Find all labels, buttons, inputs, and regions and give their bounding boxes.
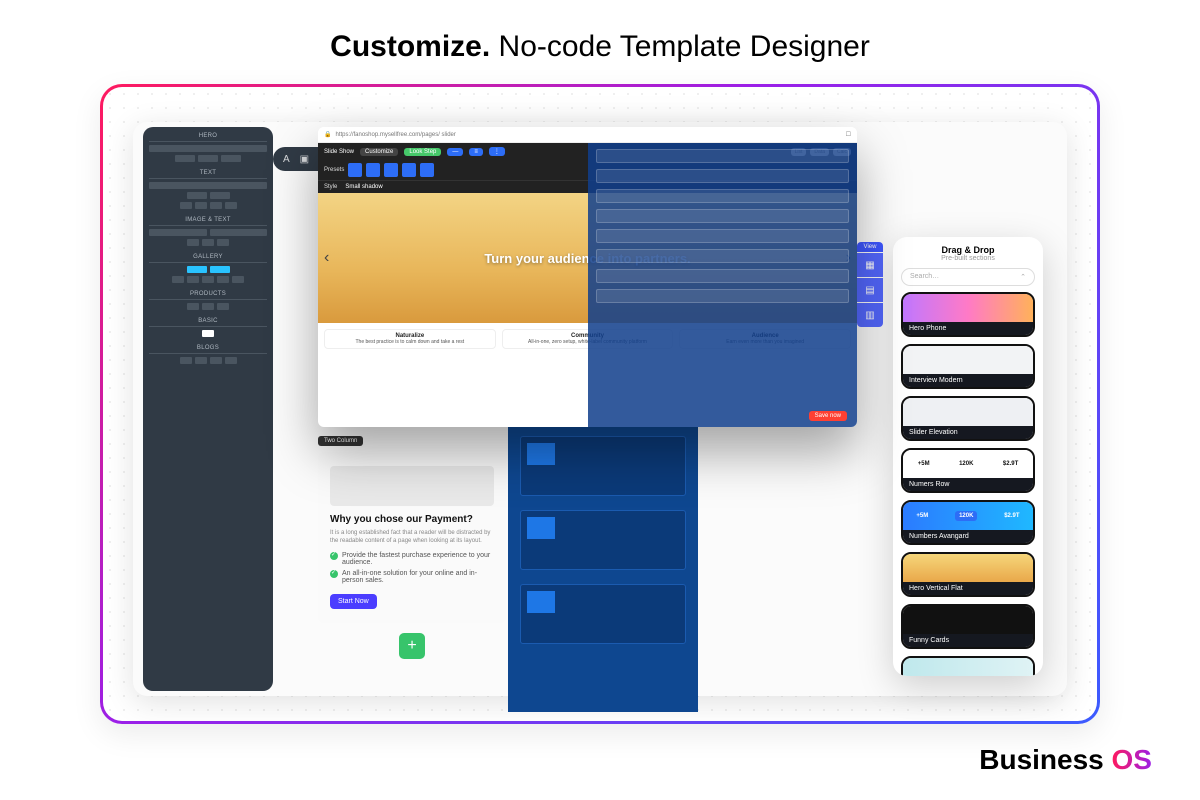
layout-block[interactable]	[520, 584, 686, 644]
headline-light: No-code Template Designer	[499, 30, 870, 63]
section-name: Slide Show	[324, 149, 354, 155]
editor-surface: HERO TEXT IMAGE & TEXT GALLERY PR	[133, 122, 1067, 696]
preset-swatch[interactable]	[402, 163, 416, 177]
dd-item[interactable]: Interview Modern	[901, 344, 1035, 389]
style-label: Style	[324, 184, 337, 190]
layout-block[interactable]	[520, 436, 686, 496]
view-desktop-button[interactable]: ▦	[857, 253, 883, 277]
view-label: View	[857, 242, 883, 252]
brand-logo: Business OS	[979, 744, 1152, 776]
gradient-frame: HERO TEXT IMAGE & TEXT GALLERY PR	[100, 84, 1100, 724]
view-tablet-button[interactable]: ▤	[857, 278, 883, 302]
feature-card[interactable]: NaturalizeThe best practice is to calm d…	[324, 329, 496, 349]
bullet-item: An all-in-one solution for your online a…	[330, 570, 494, 584]
dotted-canvas: HERO TEXT IMAGE & TEXT GALLERY PR	[103, 87, 1097, 721]
dd-item[interactable]: +5M120K$2.9TNumbers Avangard	[901, 500, 1035, 545]
dd-item[interactable]: +5M120K$2.9TNumers Row	[901, 448, 1035, 493]
chevron-left-icon[interactable]: ‹	[324, 249, 329, 267]
check-icon	[330, 552, 338, 560]
components-sidebar[interactable]: HERO TEXT IMAGE & TEXT GALLERY PR	[143, 127, 273, 691]
browser-window: 🔒 https://fanoshop.mysellfree.com/pages/…	[318, 127, 857, 427]
headline-bold: Customize.	[330, 30, 490, 63]
tool-2[interactable]: ≡	[469, 148, 483, 156]
brand-suffix: OS	[1112, 744, 1152, 775]
dd-item[interactable]: Hero Vertical Flat	[901, 552, 1035, 597]
sidebar-sec-products[interactable]: PRODUCTS	[149, 291, 267, 300]
view-rail: View ▦ ▤ ▥	[857, 242, 883, 327]
lock-icon: 🔒	[324, 131, 331, 138]
sidebar-sec-basic[interactable]: BASIC	[149, 318, 267, 327]
dd-subtitle: Pre-built sections	[901, 255, 1035, 262]
preset-swatch[interactable]	[420, 163, 434, 177]
url-bar[interactable]: 🔒 https://fanoshop.mysellfree.com/pages/…	[318, 127, 857, 143]
presets-label: Presets	[324, 167, 344, 173]
dd-item[interactable]: Cube Slide Show	[901, 656, 1035, 676]
bullet-item: Provide the fastest purchase experience …	[330, 552, 494, 566]
text-icon[interactable]: A	[283, 154, 290, 165]
sidebar-sec-blogs[interactable]: BLOGS	[149, 345, 267, 354]
sidebar-sec-text[interactable]: TEXT	[149, 170, 267, 179]
structure-overlay[interactable]: Save now	[588, 143, 858, 427]
image-placeholder[interactable]	[330, 466, 494, 506]
save-button[interactable]: Save now	[809, 411, 847, 421]
preset-swatch[interactable]	[366, 163, 380, 177]
tool-1[interactable]: —	[447, 148, 463, 156]
image-icon[interactable]: ▣	[300, 154, 309, 165]
dd-title: Drag & Drop	[901, 245, 1035, 255]
dd-item[interactable]: Slider Elevation	[901, 396, 1035, 441]
search-input[interactable]: Search…⌃	[901, 268, 1035, 286]
tab-close-icon[interactable]: ☐	[846, 131, 851, 138]
start-now-button[interactable]: Start Now	[330, 594, 377, 609]
dd-item[interactable]: Funny Cards	[901, 604, 1035, 649]
sidebar-sec-gallery[interactable]: GALLERY	[149, 254, 267, 263]
page-content: Two Column Why you chose our Payment? It…	[318, 436, 506, 659]
page-title: Customize. No-code Template Designer	[0, 0, 1200, 84]
preset-swatch[interactable]	[348, 163, 362, 177]
sidebar-sec-image-text[interactable]: IMAGE & TEXT	[149, 217, 267, 226]
url-text: https://fanoshop.mysellfree.com/pages/ s…	[331, 132, 845, 138]
check-icon	[330, 570, 338, 578]
look-step-button[interactable]: Look Step	[404, 148, 441, 156]
structure-column[interactable]	[508, 422, 698, 712]
content-card[interactable]: Why you chose our Payment? It is a long …	[318, 452, 506, 623]
dd-item[interactable]: Hero Phone	[901, 292, 1035, 337]
view-mobile-button[interactable]: ▥	[857, 303, 883, 327]
chevron-up-icon[interactable]: ⌃	[1020, 273, 1026, 281]
preset-swatch[interactable]	[384, 163, 398, 177]
brand-name: Business	[979, 744, 1104, 775]
sidebar-sec-hero[interactable]: HERO	[149, 133, 267, 142]
card-desc: It is a long established fact that a rea…	[330, 529, 494, 546]
customize-button[interactable]: Customize	[360, 148, 398, 156]
section-tag[interactable]: Two Column	[318, 436, 363, 446]
card-heading: Why you chose our Payment?	[330, 514, 494, 525]
tool-3[interactable]: ⋮	[489, 147, 505, 156]
drag-drop-panel[interactable]: Drag & Drop Pre-built sections Search…⌃ …	[893, 237, 1043, 676]
layout-block[interactable]	[520, 510, 686, 570]
add-section-button[interactable]: +	[399, 633, 425, 659]
style-value[interactable]: Small shadow	[345, 184, 382, 190]
